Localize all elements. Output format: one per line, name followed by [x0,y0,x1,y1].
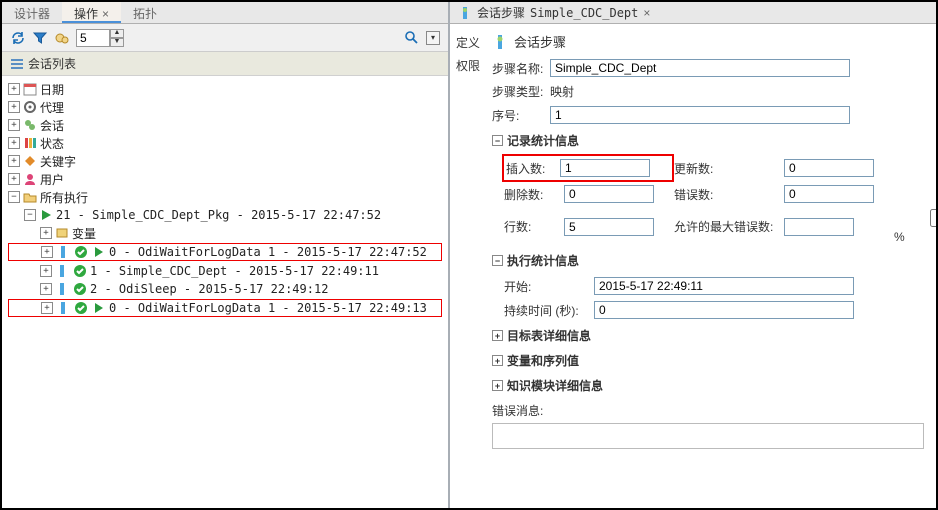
rows-input[interactable] [564,218,654,236]
expander[interactable]: + [40,265,52,277]
expander[interactable]: + [40,283,52,295]
folder-icon [22,189,38,205]
session-list-label: 会话列表 [28,55,76,72]
expander[interactable]: − [8,191,20,203]
expander[interactable]: + [8,101,20,113]
check-icon [72,281,88,297]
error-msg-label: 错误消息: [492,402,924,419]
step-type-value: 映射 [550,83,574,100]
delete-input[interactable] [564,185,654,203]
step-type-label: 步骤类型: [492,83,550,100]
play-icon [91,244,107,260]
tree-row-highlighted[interactable]: +0 - OdiWaitForLogData 1 - 2015-5-17 22:… [8,243,442,261]
spinner-down[interactable]: ▼ [110,38,124,47]
rows-label: 行数: [504,218,564,235]
group-exec-stats: 执行统计信息 [507,252,579,269]
right-tab-name: Simple_CDC_Dept [530,6,638,20]
group-knowledge: 知识模块详细信息 [507,377,603,394]
agent-icon[interactable] [54,30,70,46]
close-icon[interactable]: × [643,6,650,20]
spinner-up[interactable]: ▲ [110,29,124,38]
tree-row-highlighted[interactable]: +0 - OdiWaitForLogData 1 - 2015-5-17 22:… [8,299,442,317]
update-input[interactable] [784,159,874,177]
maxerr-input[interactable] [784,218,854,236]
error-msg-box[interactable] [492,423,924,449]
session-tree[interactable]: +日期 +代理 +会话 +状态 +关键字 +用户 −所有执行 −21 - Sim… [2,76,448,508]
expander[interactable]: + [41,302,53,314]
expander[interactable]: + [8,173,20,185]
session-icon [22,117,38,133]
step-name-label: 步骤名称: [492,60,550,77]
tab-designer[interactable]: 设计器 [2,2,62,23]
start-label: 开始: [504,278,584,295]
expander[interactable]: + [8,155,20,167]
session-step-icon [458,6,472,20]
check-icon [73,300,89,316]
bar-icon [54,281,70,297]
nav-definition[interactable]: 定义 [456,34,482,51]
expander[interactable]: + [8,137,20,149]
group-collapse[interactable]: − [492,255,503,266]
list-icon [10,57,24,71]
group-expand[interactable]: + [492,380,503,391]
close-icon[interactable]: × [102,7,109,21]
bar-icon [55,300,71,316]
status-icon [22,135,38,151]
group-expand[interactable]: + [492,355,503,366]
delete-label: 删除数: [504,186,564,203]
tab-operator[interactable]: 操作× [62,2,121,23]
seq-label: 序号: [492,107,550,124]
expander[interactable]: + [8,83,20,95]
check-icon [73,244,89,260]
gear-icon [22,99,38,115]
user-icon [22,171,38,187]
calendar-icon [22,81,38,97]
start-input[interactable] [594,277,854,295]
variable-icon [54,225,70,241]
right-tab-prefix: 会话步骤 [477,4,525,21]
filter-icon[interactable] [32,30,48,46]
group-collapse[interactable]: − [492,135,503,146]
nav-permission[interactable]: 权限 [456,57,482,74]
spinner-input[interactable] [76,29,110,47]
check-icon [72,263,88,279]
expander[interactable]: + [8,119,20,131]
insert-label: 插入数: [506,160,556,177]
pct-checkbox[interactable] [894,209,936,227]
group-var-seq: 变量和序列值 [507,352,579,369]
session-step-icon [492,34,508,50]
pct-label: % [894,230,905,244]
search-dropdown[interactable]: ▾ [426,31,440,45]
left-tabs: 设计器 操作× 拓扑 [2,2,448,24]
left-toolbar: ▲▼ ▾ [2,24,448,52]
group-record-stats: 记录统计信息 [507,132,579,149]
refresh-icon[interactable] [10,30,26,46]
side-nav: 定义 权限 [450,24,488,508]
update-label: 更新数: [674,160,784,177]
play-icon [91,300,107,316]
page-title: 会话步骤 [492,32,924,51]
dur-input[interactable] [594,301,854,319]
refresh-interval-spinner[interactable]: ▲▼ [76,29,126,47]
expander[interactable]: − [24,209,36,221]
play-icon [38,207,54,223]
bar-icon [54,263,70,279]
insert-input[interactable] [560,159,650,177]
tab-topology[interactable]: 拓扑 [121,2,169,23]
step-name-input[interactable] [550,59,850,77]
right-tab[interactable]: 会话步骤 Simple_CDC_Dept × [450,2,936,24]
group-expand[interactable]: + [492,330,503,341]
bar-icon [55,244,71,260]
expander[interactable]: + [41,246,53,258]
maxerr-label: 允许的最大错误数: [674,218,784,235]
session-list-header: 会话列表 [2,52,448,76]
search-icon[interactable] [404,30,420,46]
error-input[interactable] [784,185,874,203]
group-target-detail: 目标表详细信息 [507,327,591,344]
error-label: 错误数: [674,186,784,203]
expander[interactable]: + [40,227,52,239]
seq-input[interactable] [550,106,850,124]
keyword-icon [22,153,38,169]
dur-label: 持续时间 (秒): [504,302,584,319]
